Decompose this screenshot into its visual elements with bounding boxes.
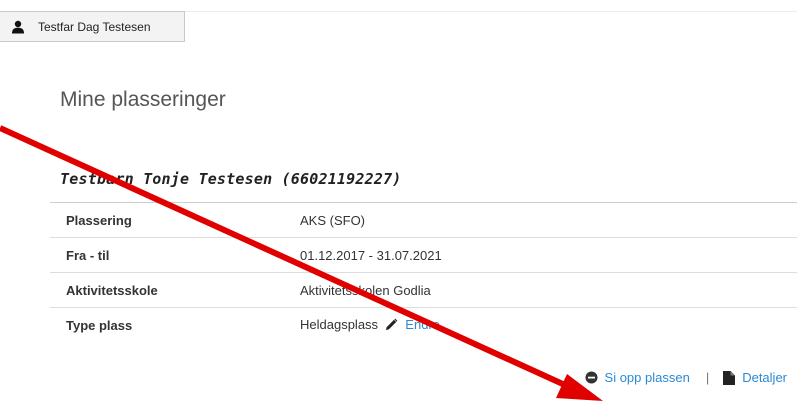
annotation-arrow	[0, 125, 603, 401]
